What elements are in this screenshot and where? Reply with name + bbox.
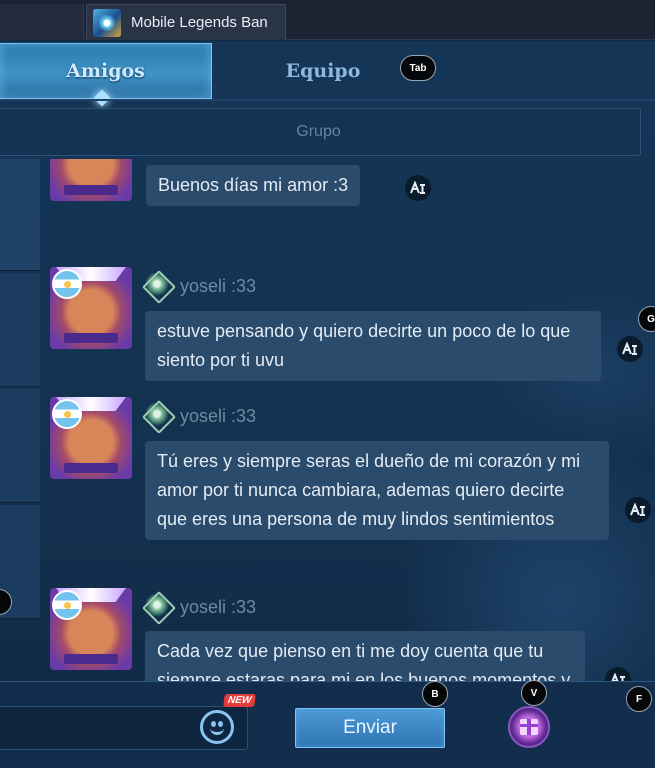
- tabs-divider: [0, 99, 655, 101]
- tab-amigos[interactable]: Amigos: [0, 43, 212, 107]
- username[interactable]: yoseli :33: [180, 597, 256, 618]
- friend-list-item[interactable]: [0, 273, 40, 387]
- key-hint-f: F: [626, 686, 652, 712]
- message-bubble: Cada vez que pienso en ti me doy cuenta …: [145, 631, 585, 681]
- group-field-placeholder: Grupo: [296, 123, 341, 140]
- message-bubble: Buenos días mi amor :3: [146, 165, 361, 206]
- gift-button[interactable]: [508, 706, 550, 748]
- send-button[interactable]: Enviar: [295, 708, 445, 748]
- chat-tabs: Amigos Equipo Tab: [0, 41, 655, 107]
- window-titlebar: Mobile Legends Ban: [0, 0, 655, 40]
- key-hint-b: B: [422, 681, 448, 707]
- rank-icon: [145, 594, 169, 618]
- message-bubble: estuve pensando y quiero decirte un poco…: [145, 311, 601, 381]
- app-icon: [93, 8, 121, 37]
- browser-tab-previous[interactable]: [0, 4, 84, 40]
- tab-amigos-label: Amigos: [66, 60, 145, 82]
- chat-input-bar: NEW Enviar B V F: [0, 680, 655, 768]
- gift-icon: [520, 719, 538, 735]
- avatar[interactable]: [50, 159, 132, 201]
- flag-icon: [52, 399, 82, 429]
- key-hint-tab: Tab: [400, 55, 436, 81]
- translate-icon[interactable]: [625, 497, 651, 523]
- flag-icon: [52, 590, 82, 620]
- app-window-tab[interactable]: Mobile Legends Ban: [86, 4, 286, 40]
- send-button-label: Enviar: [343, 717, 397, 738]
- new-badge: NEW: [223, 694, 257, 707]
- username[interactable]: yoseli :33: [180, 276, 256, 297]
- app-title: Mobile Legends Ban: [131, 14, 268, 31]
- tab-equipo-label: Equipo: [285, 60, 361, 82]
- translate-glyph: [630, 503, 645, 516]
- rank-icon: [145, 273, 169, 297]
- chat-messages[interactable]: Buenos días mi amor :3 yoseli :33 estuve…: [40, 159, 655, 681]
- translate-icon[interactable]: [617, 336, 643, 362]
- emoji-icon[interactable]: [200, 710, 234, 744]
- key-hint-v: V: [521, 680, 547, 706]
- username[interactable]: yoseli :33: [180, 406, 256, 427]
- active-tab-indicator: [93, 89, 111, 107]
- translate-glyph: [611, 673, 625, 681]
- translate-glyph: [622, 342, 637, 355]
- friend-list-item[interactable]: [0, 389, 40, 503]
- message-bubble: Tú eres y siempre seras el dueño de mi c…: [145, 441, 609, 540]
- key-hint-g: G: [638, 306, 655, 332]
- rank-icon: [145, 403, 169, 427]
- translate-icon[interactable]: [405, 175, 431, 201]
- translate-icon[interactable]: [605, 667, 631, 681]
- tab-equipo[interactable]: Equipo: [240, 43, 406, 99]
- translate-glyph: [410, 181, 425, 194]
- friend-list-panel: [0, 159, 40, 659]
- flag-icon: [52, 269, 82, 299]
- group-field[interactable]: Grupo: [0, 108, 641, 156]
- game-screen: Amigos Equipo Tab Grupo Buenos días mi a…: [0, 41, 655, 768]
- friend-list-item[interactable]: [0, 159, 40, 271]
